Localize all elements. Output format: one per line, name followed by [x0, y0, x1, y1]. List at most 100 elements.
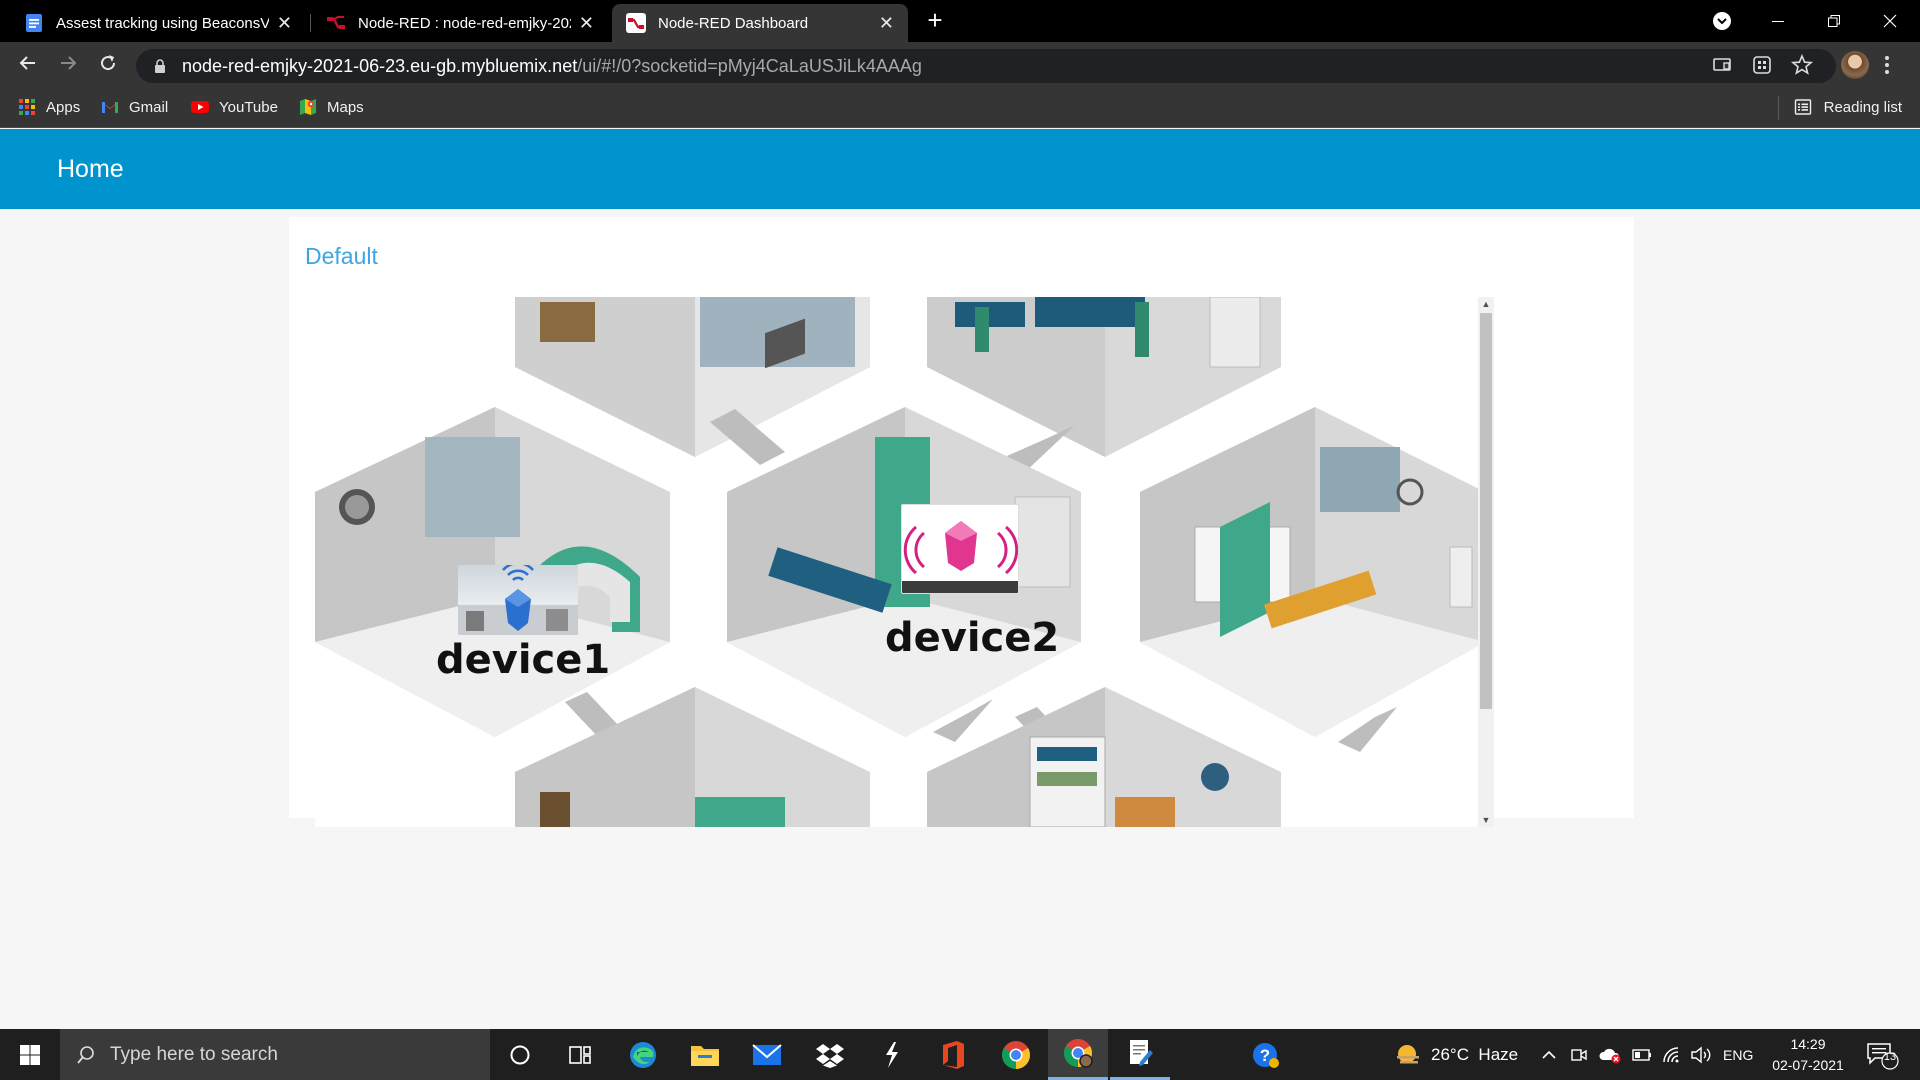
browser-tab-strip: Assest tracking using BeaconsV - ✕ Node-… — [0, 0, 1920, 42]
tray-onedrive[interactable] — [1598, 1029, 1622, 1080]
device2-marker-image — [901, 504, 1019, 594]
cast-icon — [1713, 58, 1731, 71]
language-indicator[interactable]: ENG — [1723, 1029, 1753, 1080]
taskbar-app-bolt[interactable] — [862, 1029, 922, 1080]
taskbar-chrome[interactable] — [986, 1029, 1046, 1080]
scroll-down-icon[interactable]: ▼ — [1478, 815, 1494, 825]
arrow-left-icon — [19, 56, 35, 70]
bookmark-star-button[interactable] — [1790, 53, 1814, 78]
node-red-icon — [327, 16, 345, 29]
bookmark-youtube[interactable]: YouTube — [191, 98, 278, 116]
device2-label: device2 — [885, 615, 1060, 661]
reading-list-button[interactable]: Reading list — [1794, 98, 1902, 116]
search-icon — [77, 1045, 94, 1064]
chevron-up-icon — [1542, 1050, 1556, 1059]
taskbar-search-box[interactable]: Type here to search — [60, 1029, 490, 1080]
taskbar-office[interactable] — [923, 1029, 983, 1080]
restore-button[interactable] — [1806, 0, 1862, 42]
chrome-icon — [1002, 1040, 1030, 1069]
action-center-button[interactable]: 13 — [1866, 1029, 1900, 1080]
apps-grid-icon — [19, 99, 35, 115]
start-button[interactable] — [0, 1029, 60, 1080]
tab-title: Node-RED : node-red-emjky-202 — [358, 14, 571, 32]
tray-battery[interactable] — [1632, 1029, 1652, 1080]
notepad-icon — [1130, 1040, 1153, 1066]
taskbar-mail[interactable] — [737, 1029, 797, 1080]
lock-icon — [155, 59, 165, 73]
device1-marker-image — [458, 565, 578, 635]
dashboard-group: Default device1 device2 ▲ ▼ — [289, 217, 1634, 827]
taskbar-notepad[interactable] — [1110, 1029, 1170, 1080]
tab-node-red-dashboard[interactable]: Node-RED Dashboard ✕ — [612, 4, 908, 42]
close-window-button[interactable] — [1862, 0, 1918, 42]
restore-icon — [1828, 15, 1840, 27]
bookmark-label: Apps — [46, 98, 81, 116]
youtube-icon — [191, 101, 209, 113]
chrome-icon — [1064, 1039, 1093, 1068]
browser-toolbar: node-red-emjky-2021-06-23.eu-gb.mybluemi… — [0, 42, 1920, 90]
tray-network[interactable] — [1662, 1029, 1682, 1080]
url-path: /ui/#!/0?socketid=pMyj4CaLaUSJiLk4AAAg — [577, 55, 922, 76]
weather-widget[interactable]: 26°C Haze — [1395, 1029, 1518, 1080]
page-title: Home — [57, 155, 124, 183]
back-button[interactable] — [14, 52, 42, 80]
profile-avatar[interactable] — [1841, 51, 1869, 79]
menu-button[interactable] — [1884, 54, 1890, 82]
speaker-icon — [1691, 1046, 1711, 1063]
taskbar-dropbox[interactable] — [800, 1029, 860, 1080]
taskbar-file-explorer[interactable] — [675, 1029, 735, 1080]
reading-list-label: Reading list — [1823, 98, 1902, 116]
reload-icon — [101, 55, 116, 71]
taskbar-chrome-profile[interactable] — [1048, 1029, 1108, 1080]
reload-button[interactable] — [94, 52, 122, 80]
close-tab-icon[interactable]: ✕ — [879, 13, 894, 34]
close-tab-icon[interactable]: ✕ — [579, 13, 594, 34]
task-view-button[interactable] — [550, 1029, 610, 1080]
cortana-button[interactable] — [490, 1029, 550, 1080]
reading-list-icon — [1794, 99, 1811, 115]
taskbar-edge[interactable] — [613, 1029, 673, 1080]
minimize-button[interactable] — [1750, 0, 1806, 42]
dashboard-header: Home — [0, 129, 1920, 209]
bookmark-label: YouTube — [219, 98, 278, 116]
battery-icon — [1632, 1048, 1651, 1061]
tray-meet[interactable] — [1570, 1029, 1588, 1080]
tab-divider — [310, 14, 311, 32]
new-tab-button[interactable]: + — [922, 7, 948, 34]
address-bar[interactable]: node-red-emjky-2021-06-23.eu-gb.mybluemi… — [136, 49, 1836, 83]
bookmark-gmail[interactable]: Gmail — [101, 98, 168, 116]
close-icon — [1883, 14, 1897, 28]
scrollbar-thumb[interactable] — [1480, 313, 1492, 709]
task-view-icon — [569, 1045, 591, 1064]
system-clock[interactable]: 14:29 02-07-2021 — [1770, 1034, 1846, 1076]
help-icon: ? — [1253, 1042, 1279, 1068]
bookmark-apps[interactable]: Apps — [18, 98, 80, 116]
close-tab-icon[interactable]: ✕ — [277, 13, 292, 34]
forward-button[interactable] — [54, 52, 82, 80]
sun-haze-icon — [1397, 1044, 1419, 1063]
windows-logo-icon — [20, 1044, 40, 1065]
chevron-down-circle-icon — [1713, 12, 1731, 30]
clock-date: 02-07-2021 — [1772, 1057, 1844, 1073]
dropbox-icon — [816, 1043, 844, 1068]
tab-node-red-editor[interactable]: Node-RED : node-red-emjky-202 ✕ — [312, 4, 608, 42]
node-red-icon — [626, 13, 646, 33]
bookmark-maps[interactable]: Maps — [299, 98, 364, 116]
cast-button[interactable] — [1710, 54, 1734, 78]
weather-text: 26°C Haze — [1431, 1044, 1519, 1064]
tab-assest-tracking[interactable]: Assest tracking using BeaconsV - ✕ — [10, 4, 306, 42]
scroll-up-icon[interactable]: ▲ — [1478, 299, 1494, 309]
star-icon — [1790, 53, 1814, 75]
vertical-scrollbar[interactable]: ▲ ▼ — [1478, 297, 1494, 827]
tray-volume[interactable] — [1690, 1029, 1712, 1080]
apps-button[interactable] — [1750, 54, 1774, 78]
lightning-icon — [886, 1041, 898, 1068]
office-icon — [943, 1040, 964, 1069]
url-host: node-red-emjky-2021-06-23.eu-gb.mybluemi… — [182, 55, 578, 76]
show-hidden-icons[interactable] — [1541, 1029, 1557, 1080]
taskbar-help[interactable]: ? — [1236, 1029, 1296, 1080]
grid-icon — [1753, 56, 1771, 74]
tab-title: Node-RED Dashboard — [658, 14, 809, 32]
tab-search-button[interactable] — [1694, 0, 1750, 42]
clock-time: 14:29 — [1790, 1036, 1826, 1052]
